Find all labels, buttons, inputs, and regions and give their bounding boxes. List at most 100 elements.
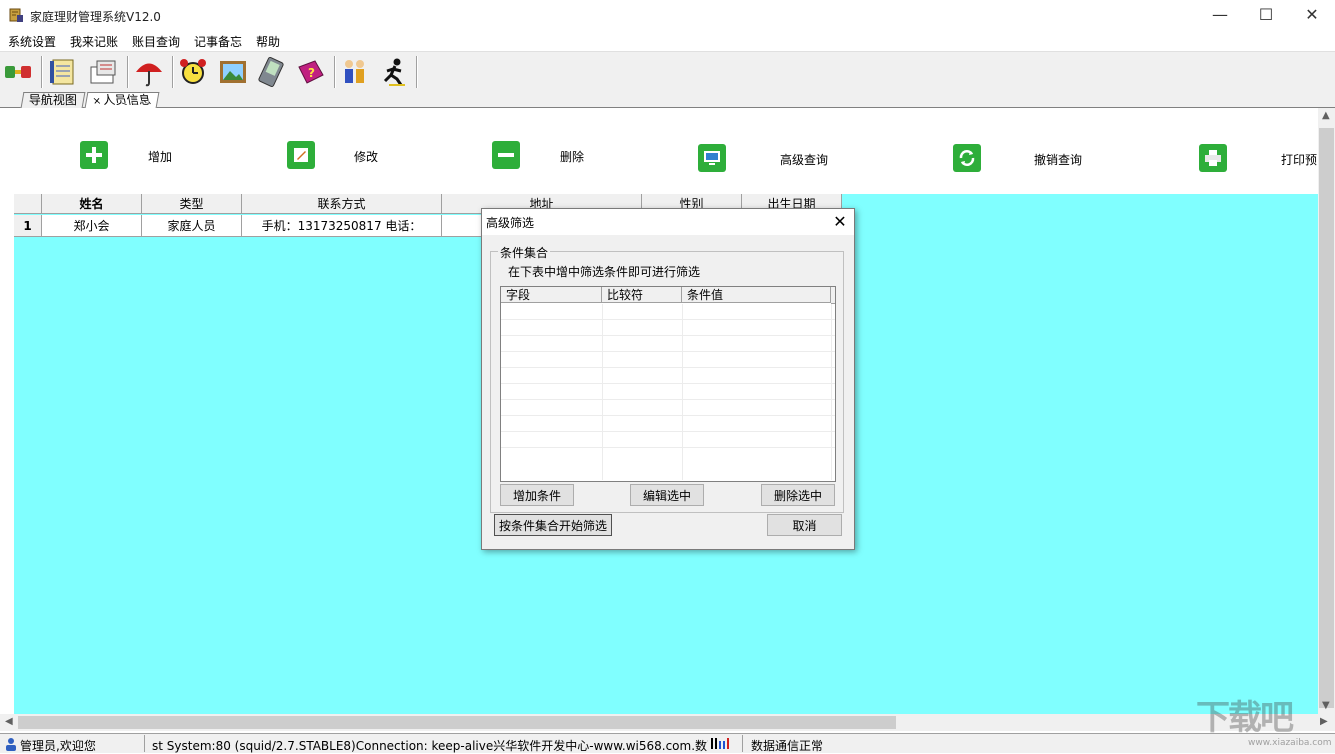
close-button[interactable]: ✕ [1289, 0, 1335, 30]
column-header-name[interactable]: 姓名 [42, 194, 142, 214]
condition-group-label: 条件集合 [498, 244, 550, 261]
grid-line [501, 367, 835, 368]
scroll-right-icon[interactable]: ▶ [1320, 716, 1328, 727]
grid-line [501, 447, 835, 448]
monitor-icon[interactable] [698, 144, 726, 172]
grid-line [831, 304, 832, 480]
delete-button[interactable]: 删除 [560, 148, 584, 165]
app-icon [8, 7, 24, 23]
maximize-button[interactable]: ☐ [1243, 0, 1289, 30]
horizontal-scroll-thumb[interactable] [18, 716, 896, 729]
action-bar: 增加 修改 删除 高级查询 撤销查询 打印预 [0, 108, 1318, 194]
print-preview-button[interactable]: 打印预 [1281, 151, 1317, 168]
menu-memo[interactable]: 记事备忘 [194, 33, 242, 50]
svg-text:?: ? [308, 66, 315, 80]
start-filter-button[interactable]: 按条件集合开始筛选 [494, 514, 612, 536]
scroll-left-icon[interactable]: ◀ [5, 716, 13, 727]
title-bar: 家庭理财管理系统V12.0 — ☐ ✕ [0, 0, 1335, 30]
toolbar-separator [127, 56, 129, 88]
notebook-icon[interactable] [46, 55, 80, 89]
user-icon [4, 737, 18, 751]
tab-nav-view[interactable]: 导航视图 [21, 92, 86, 108]
refresh-icon[interactable] [953, 144, 981, 172]
tab-nav-view-label: 导航视图 [29, 93, 77, 108]
column-header-field[interactable]: 字段 [501, 287, 602, 303]
toolbar: ? [0, 51, 1335, 92]
advanced-search-button[interactable]: 高级查询 [780, 151, 828, 168]
status-divider [144, 735, 145, 752]
grid-line [501, 351, 835, 352]
tab-person-info[interactable]: ×人员信息 [85, 92, 160, 108]
delete-selected-button[interactable]: 删除选中 [761, 484, 835, 506]
pda-icon[interactable] [254, 55, 288, 89]
toolbar-separator [172, 56, 174, 88]
edit-icon[interactable] [287, 141, 315, 169]
column-header-operator[interactable]: 比较符 [602, 287, 682, 303]
column-header-filler [831, 287, 835, 304]
cancel-button[interactable]: 取消 [767, 514, 842, 536]
menu-bookkeeping[interactable]: 我来记账 [70, 33, 118, 50]
tab-strip: 导航视图 ×人员信息 [0, 91, 1335, 108]
condition-table[interactable]: 字段 比较符 条件值 [500, 286, 836, 482]
grid-line [501, 431, 835, 432]
cell-contact[interactable]: 手机：13173250817 电话： [242, 215, 442, 237]
dialog-close-icon[interactable]: ✕ [826, 209, 854, 235]
window-title: 家庭理财管理系统V12.0 [30, 8, 161, 25]
watermark: 下载吧 [1196, 690, 1292, 739]
dialog-title-bar [482, 209, 854, 235]
minimize-button[interactable]: — [1197, 0, 1243, 30]
status-comm: 数据通信正常 [751, 737, 823, 754]
cell-type[interactable]: 家庭人员 [142, 215, 242, 237]
grid-line [501, 335, 835, 336]
menu-system-settings[interactable]: 系统设置 [8, 33, 56, 50]
status-user: 管理员,欢迎您 [20, 737, 96, 754]
scroll-down-icon[interactable]: ▼ [1322, 700, 1330, 711]
add-condition-button[interactable]: 增加条件 [500, 484, 574, 506]
help-book-icon[interactable]: ? [294, 55, 328, 89]
cell-name[interactable]: 郑小会 [42, 215, 142, 237]
exit-runner-icon[interactable] [378, 55, 412, 89]
dialog-title: 高级筛选 [486, 214, 534, 231]
dialog-hint: 在下表中增中筛选条件即可进行筛选 [508, 263, 700, 280]
add-button[interactable]: 增加 [148, 148, 172, 165]
tab-person-info-label: 人员信息 [102, 93, 153, 108]
umbrella-icon[interactable] [132, 55, 166, 89]
picture-icon[interactable] [216, 55, 250, 89]
row-index[interactable]: 1 [14, 215, 42, 237]
people-icon[interactable] [338, 55, 372, 89]
grid-corner [14, 194, 42, 214]
scroll-up-icon[interactable]: ▲ [1322, 110, 1330, 121]
grid-line [501, 399, 835, 400]
vertical-scroll-thumb[interactable] [1319, 128, 1334, 708]
add-icon[interactable] [80, 141, 108, 169]
grid-line [501, 383, 835, 384]
status-divider [742, 735, 743, 752]
toolbar-separator [41, 56, 43, 88]
edit-selected-button[interactable]: 编辑选中 [630, 484, 704, 506]
menu-bar: 系统设置 我来记账 账目查询 记事备忘 帮助 [0, 30, 1335, 50]
tab-close-icon[interactable]: × [92, 94, 103, 109]
alarm-clock-icon[interactable] [176, 55, 210, 89]
menu-help[interactable]: 帮助 [256, 33, 280, 50]
plug-icon[interactable] [2, 55, 36, 89]
status-bar: 管理员,欢迎您 st System:80 (squid/2.7.STABLE8)… [0, 733, 1335, 753]
column-header-contact[interactable]: 联系方式 [242, 194, 442, 214]
column-header-value[interactable]: 条件值 [682, 287, 831, 303]
column-header-type[interactable]: 类型 [142, 194, 242, 214]
ledger-icon[interactable] [86, 55, 120, 89]
grid-line [602, 304, 603, 480]
cancel-search-button[interactable]: 撤销查询 [1034, 151, 1082, 168]
edit-button[interactable]: 修改 [354, 148, 378, 165]
grid-line [501, 415, 835, 416]
printer-icon[interactable] [1199, 144, 1227, 172]
menu-account-query[interactable]: 账目查询 [132, 33, 180, 50]
advanced-filter-dialog: 高级筛选 ✕ 条件集合 在下表中增中筛选条件即可进行筛选 字段 比较符 条件值 … [481, 208, 855, 550]
grid-line [501, 319, 835, 320]
toolbar-separator [334, 56, 336, 88]
status-info: st System:80 (squid/2.7.STABLE8)Connecti… [152, 737, 708, 754]
watermark-url: www.xiazaiba.com [1248, 738, 1332, 748]
grid-line [682, 304, 683, 480]
delete-icon[interactable] [492, 141, 520, 169]
signal-bars-icon [710, 737, 734, 750]
toolbar-separator [416, 56, 418, 88]
